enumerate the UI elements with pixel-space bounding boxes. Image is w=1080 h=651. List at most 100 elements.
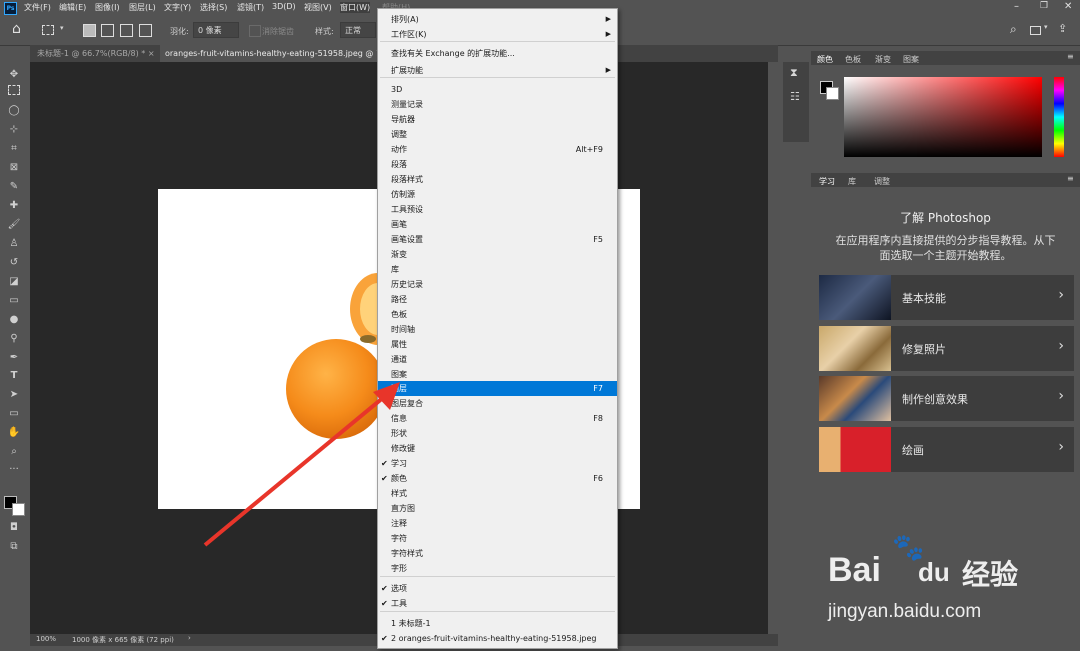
- menu-file[interactable]: 文件(F): [24, 2, 51, 13]
- panel-menu-icon[interactable]: ≡: [1067, 52, 1074, 61]
- menu-item[interactable]: 查找有关 Exchange 的扩展功能...: [378, 46, 617, 61]
- antialias-checkbox[interactable]: [249, 25, 261, 37]
- tab-oranges[interactable]: oranges-fruit-vitamins-healthy-eating-51…: [160, 45, 387, 62]
- menu-item[interactable]: 导航器: [378, 112, 617, 127]
- menu-item[interactable]: 动作 Alt+F9: [378, 142, 617, 157]
- intersect-selection-icon[interactable]: [139, 24, 152, 37]
- learn-card-creative-effects[interactable]: 制作创意效果 ›: [819, 376, 1074, 421]
- tab-swatches[interactable]: 色板: [845, 54, 861, 65]
- background-color-swatch[interactable]: [12, 503, 25, 516]
- menu-edit[interactable]: 编辑(E): [59, 2, 86, 13]
- menu-select[interactable]: 选择(S): [200, 2, 227, 13]
- tab-color[interactable]: 颜色: [817, 54, 833, 65]
- tab-learn[interactable]: 学习: [819, 176, 835, 187]
- pen-tool-icon[interactable]: ✒: [5, 350, 23, 365]
- tab-libraries[interactable]: 库: [848, 176, 856, 187]
- menu-item[interactable]: 3D: [378, 82, 617, 97]
- menu-item[interactable]: 画笔: [378, 217, 617, 232]
- eyedropper-tool-icon[interactable]: ✎: [5, 179, 23, 194]
- menu-window[interactable]: 窗口(W): [340, 2, 371, 13]
- marquee-tool-icon[interactable]: [5, 85, 23, 100]
- frame-tool-icon[interactable]: ⊠: [5, 160, 23, 175]
- subtract-selection-icon[interactable]: [120, 24, 133, 37]
- menu-3d[interactable]: 3D(D): [272, 2, 296, 11]
- menu-item[interactable]: ✔ 工具: [378, 596, 617, 611]
- path-select-tool-icon[interactable]: ➤: [5, 387, 23, 402]
- menu-view[interactable]: 视图(V): [304, 2, 332, 13]
- menu-item[interactable]: 段落: [378, 157, 617, 172]
- color-picker-field[interactable]: [844, 77, 1042, 157]
- healing-tool-icon[interactable]: ✚: [5, 198, 23, 213]
- gradient-tool-icon[interactable]: ▭: [5, 293, 23, 308]
- menu-item[interactable]: ✔ 2 oranges-fruit-vitamins-healthy-eating…: [378, 631, 617, 646]
- maximize-icon[interactable]: ❐: [1040, 1, 1048, 11]
- menu-filter[interactable]: 滤镜(T): [237, 2, 264, 13]
- workspace-icon[interactable]: [1030, 26, 1041, 35]
- feather-input[interactable]: 0 像素: [193, 22, 239, 38]
- menu-layer[interactable]: 图层(L): [129, 2, 156, 13]
- bg-color-swatch[interactable]: [826, 87, 839, 100]
- eraser-tool-icon[interactable]: ◪: [5, 274, 23, 289]
- menu-item[interactable]: 仿制源: [378, 187, 617, 202]
- menu-type[interactable]: 文字(Y): [164, 2, 191, 13]
- panel-menu-icon[interactable]: ≡: [1067, 174, 1074, 183]
- hue-slider[interactable]: [1054, 77, 1064, 157]
- lasso-tool-icon[interactable]: ◯: [5, 103, 23, 118]
- menu-item[interactable]: 工具预设: [378, 202, 617, 217]
- close-icon[interactable]: ✕: [1064, 1, 1072, 12]
- share-icon[interactable]: ⇪: [1058, 22, 1067, 35]
- blur-tool-icon[interactable]: ●: [5, 312, 23, 327]
- quick-select-tool-icon[interactable]: ⊹: [5, 122, 23, 137]
- add-selection-icon[interactable]: [101, 24, 114, 37]
- new-selection-icon[interactable]: [83, 24, 96, 37]
- learn-card-fix-photos[interactable]: 修复照片 ›: [819, 326, 1074, 371]
- zoom-tool-icon[interactable]: ⌕: [5, 444, 23, 459]
- tab-adjustments[interactable]: 调整: [874, 176, 890, 187]
- hand-tool-icon[interactable]: ✋: [5, 425, 23, 440]
- menu-item[interactable]: 历史记录: [378, 277, 617, 292]
- menu-item[interactable]: 库: [378, 262, 617, 277]
- quick-mask-icon[interactable]: ◘: [5, 520, 23, 535]
- menu-item[interactable]: 扩展功能 ▶: [378, 63, 617, 78]
- menu-image[interactable]: 图像(I): [95, 2, 120, 13]
- menu-item[interactable]: 字形: [378, 561, 617, 576]
- menu-item[interactable]: 时间轴: [378, 322, 617, 337]
- style-select[interactable]: 正常: [340, 22, 376, 38]
- chevron-down-icon[interactable]: ▾: [1044, 23, 1048, 31]
- move-tool-icon[interactable]: ✥: [5, 67, 23, 82]
- screen-mode-icon[interactable]: ⧉: [5, 539, 23, 554]
- menu-item[interactable]: 1 未标题-1: [378, 616, 617, 631]
- menu-item[interactable]: 测量记录: [378, 97, 617, 112]
- history-panel-icon[interactable]: ⧗: [790, 66, 798, 80]
- menu-item[interactable]: 属性: [378, 337, 617, 352]
- learn-card-painting[interactable]: 绘画 ›: [819, 427, 1074, 472]
- menu-item[interactable]: ✔ 选项: [378, 581, 617, 596]
- menu-item[interactable]: 画笔设置 F5: [378, 232, 617, 247]
- menu-item[interactable]: 段落样式: [378, 172, 617, 187]
- home-icon[interactable]: ⌂: [12, 21, 21, 37]
- menu-item[interactable]: 通道: [378, 352, 617, 367]
- stamp-tool-icon[interactable]: ♙: [5, 236, 23, 251]
- menu-item[interactable]: 色板: [378, 307, 617, 322]
- rectangle-tool-icon[interactable]: ▭: [5, 406, 23, 421]
- tab-untitled[interactable]: 未标题-1 @ 66.7%(RGB/8) * ×: [32, 45, 160, 62]
- menu-item[interactable]: 路径: [378, 292, 617, 307]
- type-tool-icon[interactable]: T: [5, 368, 23, 383]
- close-icon[interactable]: ×: [148, 49, 155, 58]
- menu-item[interactable]: 工作区(K) ▶: [378, 27, 617, 42]
- menu-item[interactable]: 渐变: [378, 247, 617, 262]
- learn-card-basic-skills[interactable]: 基本技能 ›: [819, 275, 1074, 320]
- menu-item[interactable]: 排列(A) ▶: [378, 12, 617, 27]
- search-icon[interactable]: ⌕: [1010, 22, 1017, 37]
- more-tools-icon[interactable]: ···: [5, 462, 23, 477]
- crop-tool-icon[interactable]: ⌗: [5, 141, 23, 156]
- chevron-down-icon[interactable]: ▾: [60, 24, 64, 32]
- chevron-right-icon[interactable]: ›: [188, 634, 191, 642]
- brush-tool-icon[interactable]: 🖌: [5, 217, 23, 232]
- dodge-tool-icon[interactable]: ⚲: [5, 331, 23, 346]
- zoom-level[interactable]: 100%: [36, 635, 56, 643]
- marquee-preset-icon[interactable]: [42, 25, 54, 35]
- tab-gradients[interactable]: 渐变: [875, 54, 891, 65]
- minimize-icon[interactable]: –: [1014, 1, 1019, 12]
- menu-item[interactable]: 调整: [378, 127, 617, 142]
